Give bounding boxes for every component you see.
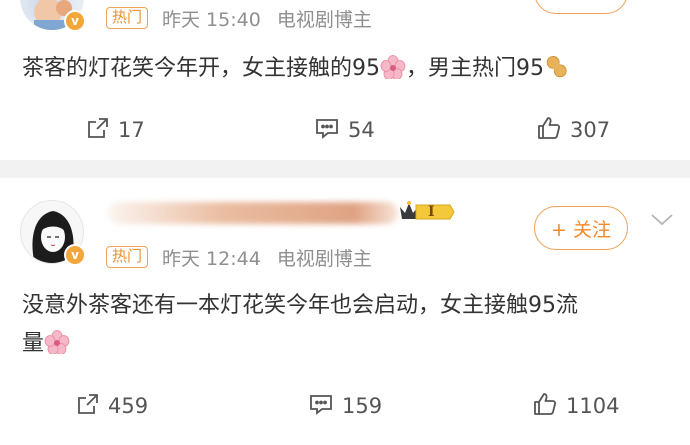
follow-button[interactable]: + 关注 [534, 206, 628, 250]
repost-icon [76, 392, 100, 420]
like-count: 1104 [566, 394, 620, 418]
post-text-part1: 茶客的灯花笑今年开，女主接触的95 [22, 56, 380, 81]
hot-tag: 热门 [106, 246, 149, 268]
thumbs-up-icon [536, 115, 562, 145]
hot-tag: 热门 [106, 7, 149, 29]
repost-count: 459 [108, 394, 149, 418]
comment-count: 54 [348, 118, 375, 142]
level-label: I [428, 204, 435, 220]
cherry-blossom-emoji [44, 329, 70, 367]
post-card: v I + 关注 热门 昨天 12:44 电视剧博主 没意外茶客还有一本灯花笑今… [0, 178, 690, 445]
avatar[interactable]: v [20, 0, 86, 32]
post-content[interactable]: 没意外茶客还有一本灯花笑今年也会启动，女主接触95流 量 [22, 287, 662, 367]
post-text-part2: 量 [22, 331, 45, 356]
comment-icon [308, 392, 334, 420]
verified-badge-icon: v [64, 10, 86, 32]
cherry-blossom-emoji [380, 54, 406, 92]
post-text-line2: 量 [22, 325, 662, 367]
follow-button[interactable] [534, 0, 628, 14]
like-button[interactable]: 307 [536, 110, 610, 150]
post-text-part2: ，男主热门95 [406, 56, 544, 81]
follow-button-label: + 关注 [551, 218, 611, 241]
comment-button[interactable]: 54 [314, 110, 375, 150]
like-count: 307 [570, 118, 611, 142]
repost-button[interactable]: 459 [76, 386, 148, 426]
post-meta: 热门 昨天 12:44 电视剧博主 [106, 244, 372, 270]
post-meta: 热门 昨天 15:40 电视剧博主 [106, 5, 372, 31]
verified-badge-icon: v [64, 244, 86, 266]
thumbs-up-icon [532, 391, 558, 421]
post-time: 昨天 12:44 [162, 247, 261, 270]
comment-button[interactable]: 159 [308, 386, 382, 426]
comment-icon [314, 116, 340, 144]
post-card: v 热门 昨天 15:40 电视剧博主 茶客的灯花笑今年开，女主接触的95 ，男… [0, 0, 690, 160]
chevron-down-icon[interactable] [650, 212, 674, 226]
repost-count: 17 [118, 118, 145, 142]
repost-icon [86, 116, 110, 144]
crown-level-icon [398, 199, 456, 229]
peanut-emoji [544, 54, 570, 92]
post-actions: 459 159 1104 [0, 386, 690, 426]
username-blurred[interactable] [108, 202, 398, 224]
post-source: 电视剧博主 [276, 247, 372, 270]
post-content[interactable]: 茶客的灯花笑今年开，女主接触的95 ，男主热门95 [22, 50, 662, 92]
repost-button[interactable]: 17 [86, 110, 145, 150]
post-actions: 17 54 307 [0, 110, 690, 150]
avatar[interactable]: v [20, 200, 86, 266]
post-time: 昨天 15:40 [162, 8, 261, 31]
level-badge: I [398, 199, 456, 229]
like-button[interactable]: 1104 [532, 386, 619, 426]
post-text-line1: 没意外茶客还有一本灯花笑今年也会启动，女主接触95流 [22, 293, 578, 318]
comment-count: 159 [342, 394, 383, 418]
post-source: 电视剧博主 [276, 8, 372, 31]
